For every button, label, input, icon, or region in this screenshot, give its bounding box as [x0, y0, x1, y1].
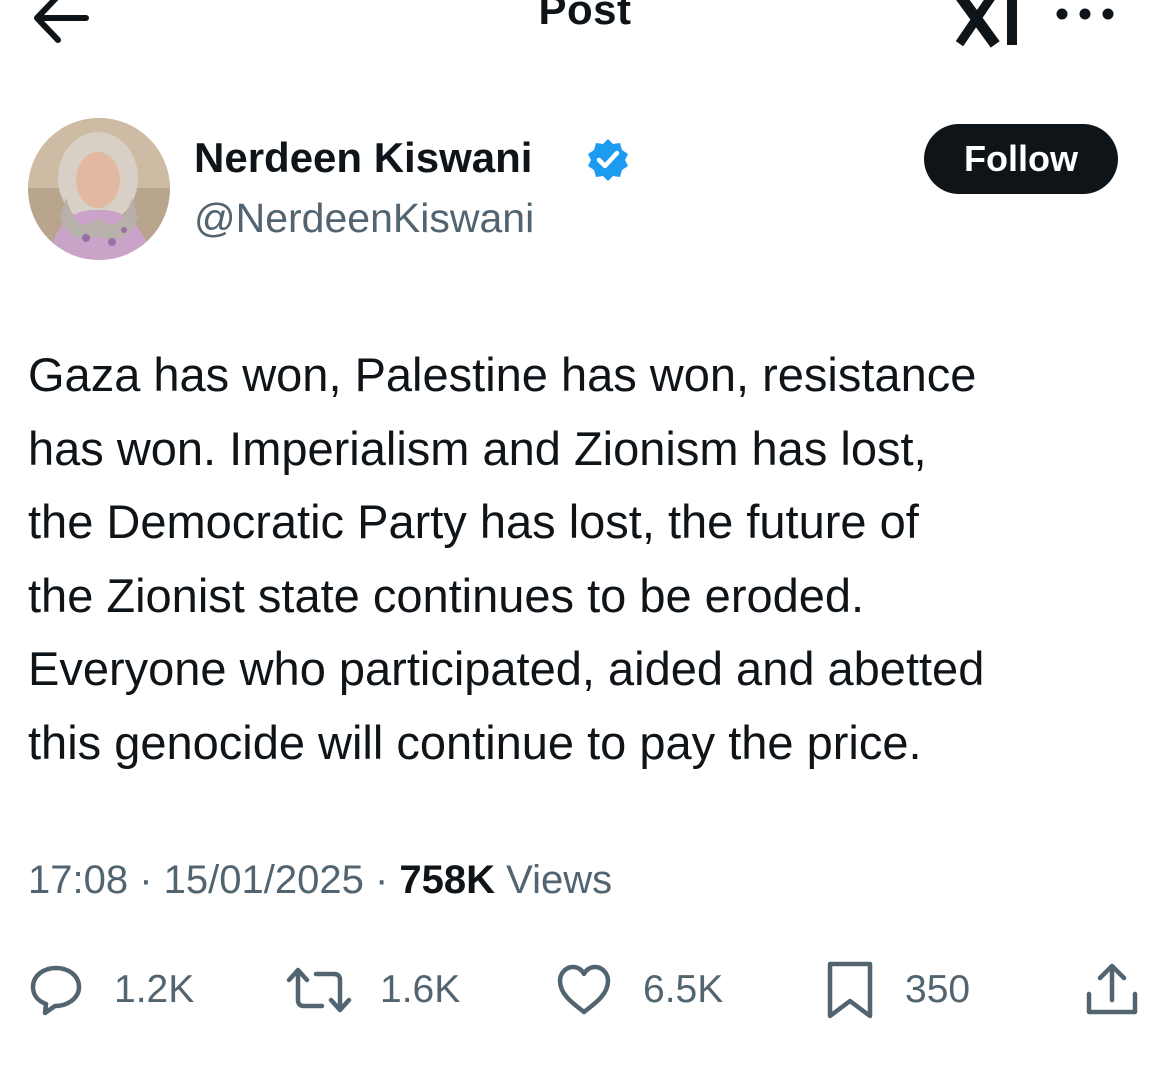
action-bar: 1.2K 1.6K 6.5K 350: [0, 950, 1170, 1030]
repost-icon: [286, 967, 352, 1013]
post-date[interactable]: 15/01/2025: [164, 858, 364, 902]
reply-button[interactable]: 1.2K: [28, 950, 194, 1030]
post-text-line: the Zionist state continues to be eroded…: [28, 568, 865, 622]
post-meta: 17:08 · 15/01/2025 · 758K Views: [28, 858, 612, 903]
grok-icon[interactable]: [950, 0, 1030, 52]
meta-separator: ·: [128, 858, 164, 902]
post-text-line: the Democratic Party has lost, the futur…: [28, 495, 919, 548]
avatar[interactable]: [28, 118, 170, 260]
heart-icon: [557, 964, 611, 1015]
verified-badge-icon: [585, 137, 631, 183]
top-bar: Post: [0, 0, 1170, 60]
author-handle[interactable]: @NerdeenKiswani: [194, 195, 534, 242]
repost-button[interactable]: 1.6K: [286, 950, 460, 1030]
like-button[interactable]: 6.5K: [555, 950, 723, 1030]
bookmark-count: 350: [905, 968, 971, 1011]
views-count: 758K: [399, 858, 496, 902]
bookmark-icon: [827, 961, 873, 1019]
repost-count: 1.6K: [380, 968, 461, 1011]
post-text-line: Gaza has won, Palestine has won, resista…: [28, 348, 977, 401]
share-button[interactable]: [1084, 950, 1140, 1030]
follow-button[interactable]: Follow: [924, 124, 1118, 194]
post-text-line: this genocide will continue to pay the p…: [28, 715, 922, 769]
views-label: Views: [495, 858, 613, 902]
bookmark-button[interactable]: 350: [825, 950, 970, 1030]
post-text: Gaza has won, Palestine has won, resista…: [28, 338, 1153, 779]
author-name[interactable]: Nerdeen Kiswani: [194, 134, 532, 182]
more-options-icon[interactable]: [1052, 0, 1118, 30]
reply-icon: [30, 965, 82, 1016]
post-time[interactable]: 17:08: [28, 858, 128, 902]
post-text-line: Everyone who participated, aided and abe…: [28, 642, 985, 695]
post-text-line: has won. Imperialism and Zionism has los…: [28, 421, 927, 475]
meta-separator: ·: [363, 858, 400, 902]
reply-count: 1.2K: [114, 968, 195, 1011]
like-count: 6.5K: [643, 968, 724, 1011]
share-icon: [1086, 963, 1138, 1015]
